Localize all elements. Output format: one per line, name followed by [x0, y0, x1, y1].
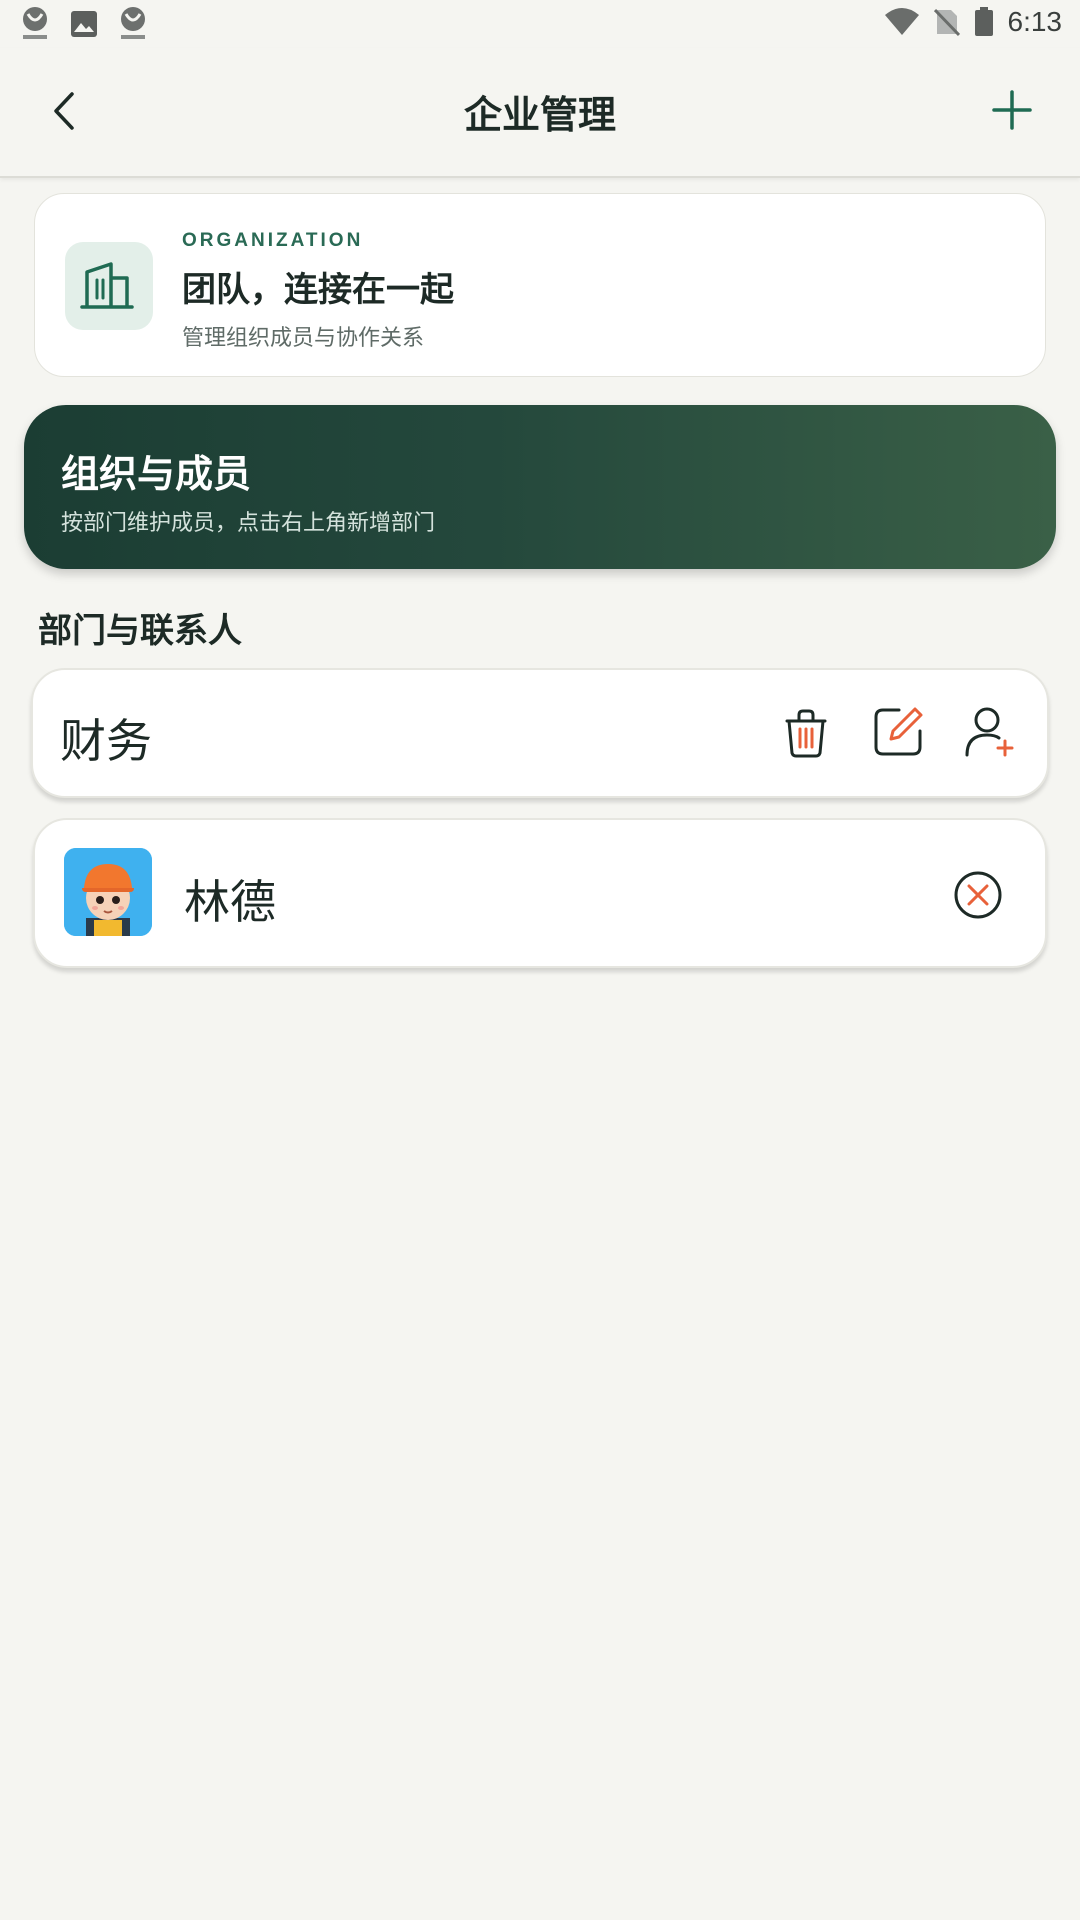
organization-icon-box	[65, 242, 153, 330]
building-icon	[80, 262, 134, 309]
department-actions	[779, 705, 1017, 759]
status-bar: 6:13	[0, 0, 1080, 48]
app-icon	[23, 7, 47, 39]
add-user-icon[interactable]	[963, 705, 1017, 759]
organization-title: 团队，连接在一起	[182, 270, 454, 310]
organization-subtitle: 管理组织成员与协作关系	[182, 326, 425, 351]
battery-icon	[974, 7, 993, 36]
banner-title: 组织与成员	[61, 452, 252, 496]
app-icon	[121, 7, 145, 39]
app-bar: 企业管理	[0, 48, 1080, 178]
page-title: 企业管理	[463, 93, 616, 137]
member-card[interactable]: 林德	[33, 818, 1047, 968]
edit-icon[interactable]	[871, 705, 925, 759]
wifi-icon	[884, 8, 919, 35]
no-sim-icon	[933, 8, 960, 37]
organization-card: ORGANIZATION 团队，连接在一起 管理组织成员与协作关系	[34, 193, 1046, 377]
organization-kicker: ORGANIZATION	[182, 230, 364, 251]
avatar-illustration	[64, 848, 152, 936]
department-card[interactable]: 财务	[31, 668, 1049, 798]
clock: 6:13	[1007, 6, 1063, 37]
member-name: 林德	[184, 875, 276, 929]
remove-circle-icon[interactable]	[953, 870, 1003, 920]
system-icons: 6:13	[884, 6, 1063, 38]
avatar	[64, 848, 152, 936]
trash-icon[interactable]	[779, 705, 833, 759]
org-members-banner: 组织与成员 按部门维护成员，点击右上角新增部门	[24, 405, 1056, 569]
banner-subtitle: 按部门维护成员，点击右上角新增部门	[61, 511, 436, 536]
image-icon	[71, 11, 97, 37]
section-title: 部门与联系人	[38, 611, 242, 651]
plus-icon[interactable]	[988, 86, 1036, 134]
department-name: 财务	[60, 714, 152, 768]
notification-icons	[20, 6, 148, 42]
